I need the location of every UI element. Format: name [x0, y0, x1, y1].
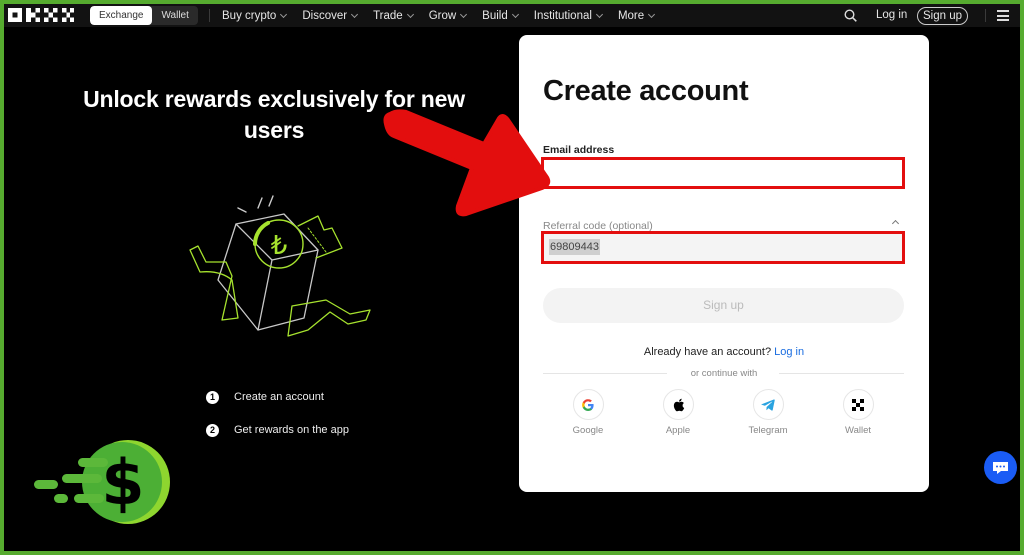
dollar-coin-logo-icon: $	[34, 440, 170, 524]
google-login-button[interactable]: Google	[558, 389, 618, 436]
divider	[985, 9, 986, 22]
chevron-up-icon[interactable]	[891, 219, 900, 228]
signup-button[interactable]: Sign up	[543, 288, 904, 323]
chat-icon	[993, 461, 1008, 474]
wallet-login-button[interactable]: Wallet	[828, 389, 888, 436]
email-field-highlight	[541, 157, 905, 189]
top-nav: Exchange Wallet Buy crypto Discover Trad…	[4, 4, 1020, 27]
nav-signup-button[interactable]: Sign up	[917, 7, 969, 25]
page-frame: Exchange Wallet Buy crypto Discover Trad…	[4, 4, 1020, 551]
okx-logo[interactable]	[8, 7, 74, 23]
step-item: 1 Create an account	[206, 389, 349, 405]
chevron-down-icon	[351, 10, 359, 18]
step-text: Get rewards on the app	[234, 424, 349, 436]
already-have-account: Already have an account? Log in	[643, 346, 805, 358]
email-input[interactable]	[544, 160, 902, 186]
menu-discover[interactable]: Discover	[302, 10, 359, 22]
create-account-card: Create account Email address Referral co…	[519, 35, 929, 492]
step-item: 2 Get rewards on the app	[206, 422, 349, 438]
menu-grow[interactable]: Grow	[429, 10, 468, 22]
telegram-login-button[interactable]: Telegram	[738, 389, 798, 436]
wallet-icon	[852, 398, 864, 411]
telegram-icon	[761, 398, 775, 411]
support-chat-button[interactable]	[984, 451, 1017, 484]
promo-steps: 1 Create an account 2 Get rewards on the…	[206, 389, 349, 455]
tab-wallet[interactable]: Wallet	[152, 6, 197, 25]
menu-more[interactable]: More	[618, 10, 656, 22]
google-icon	[582, 398, 594, 411]
step-number: 2	[206, 423, 219, 437]
menu-build[interactable]: Build	[482, 10, 519, 22]
page-title: Create account	[543, 75, 749, 107]
referral-field-highlight: 69809443	[541, 231, 905, 264]
tab-exchange[interactable]: Exchange	[90, 6, 153, 25]
referral-code-input[interactable]	[544, 234, 902, 261]
step-number: 1	[206, 390, 219, 404]
menu-institutional[interactable]: Institutional	[534, 10, 603, 22]
chevron-down-icon	[648, 10, 656, 18]
svg-text:₺: ₺	[271, 231, 288, 261]
apple-icon	[673, 398, 684, 411]
menu-trade[interactable]: Trade	[373, 10, 414, 22]
chevron-down-icon	[406, 10, 414, 18]
search-icon[interactable]	[844, 9, 857, 22]
menu-buy-crypto[interactable]: Buy crypto	[222, 10, 288, 22]
chevron-down-icon	[511, 10, 519, 18]
chevron-down-icon	[595, 10, 603, 18]
svg-text:$: $	[101, 446, 144, 519]
nav-login-link[interactable]: Log in	[876, 4, 907, 27]
step-text: Create an account	[234, 391, 324, 403]
chevron-down-icon	[280, 10, 288, 18]
apple-login-button[interactable]: Apple	[648, 389, 708, 436]
chevron-down-icon	[460, 10, 468, 18]
red-annotation-arrow-icon	[383, 109, 551, 217]
gift-box-illustration: ₺	[189, 195, 371, 337]
hamburger-menu-icon[interactable]	[997, 10, 1009, 21]
main-menu: Buy crypto Discover Trade Grow Build Ins…	[222, 4, 670, 27]
login-link[interactable]: Log in	[774, 346, 804, 358]
email-label: Email address	[543, 144, 615, 156]
exchange-wallet-toggle: Exchange Wallet	[90, 6, 198, 25]
divider	[209, 9, 210, 22]
or-continue-label: or continue with	[690, 368, 758, 379]
